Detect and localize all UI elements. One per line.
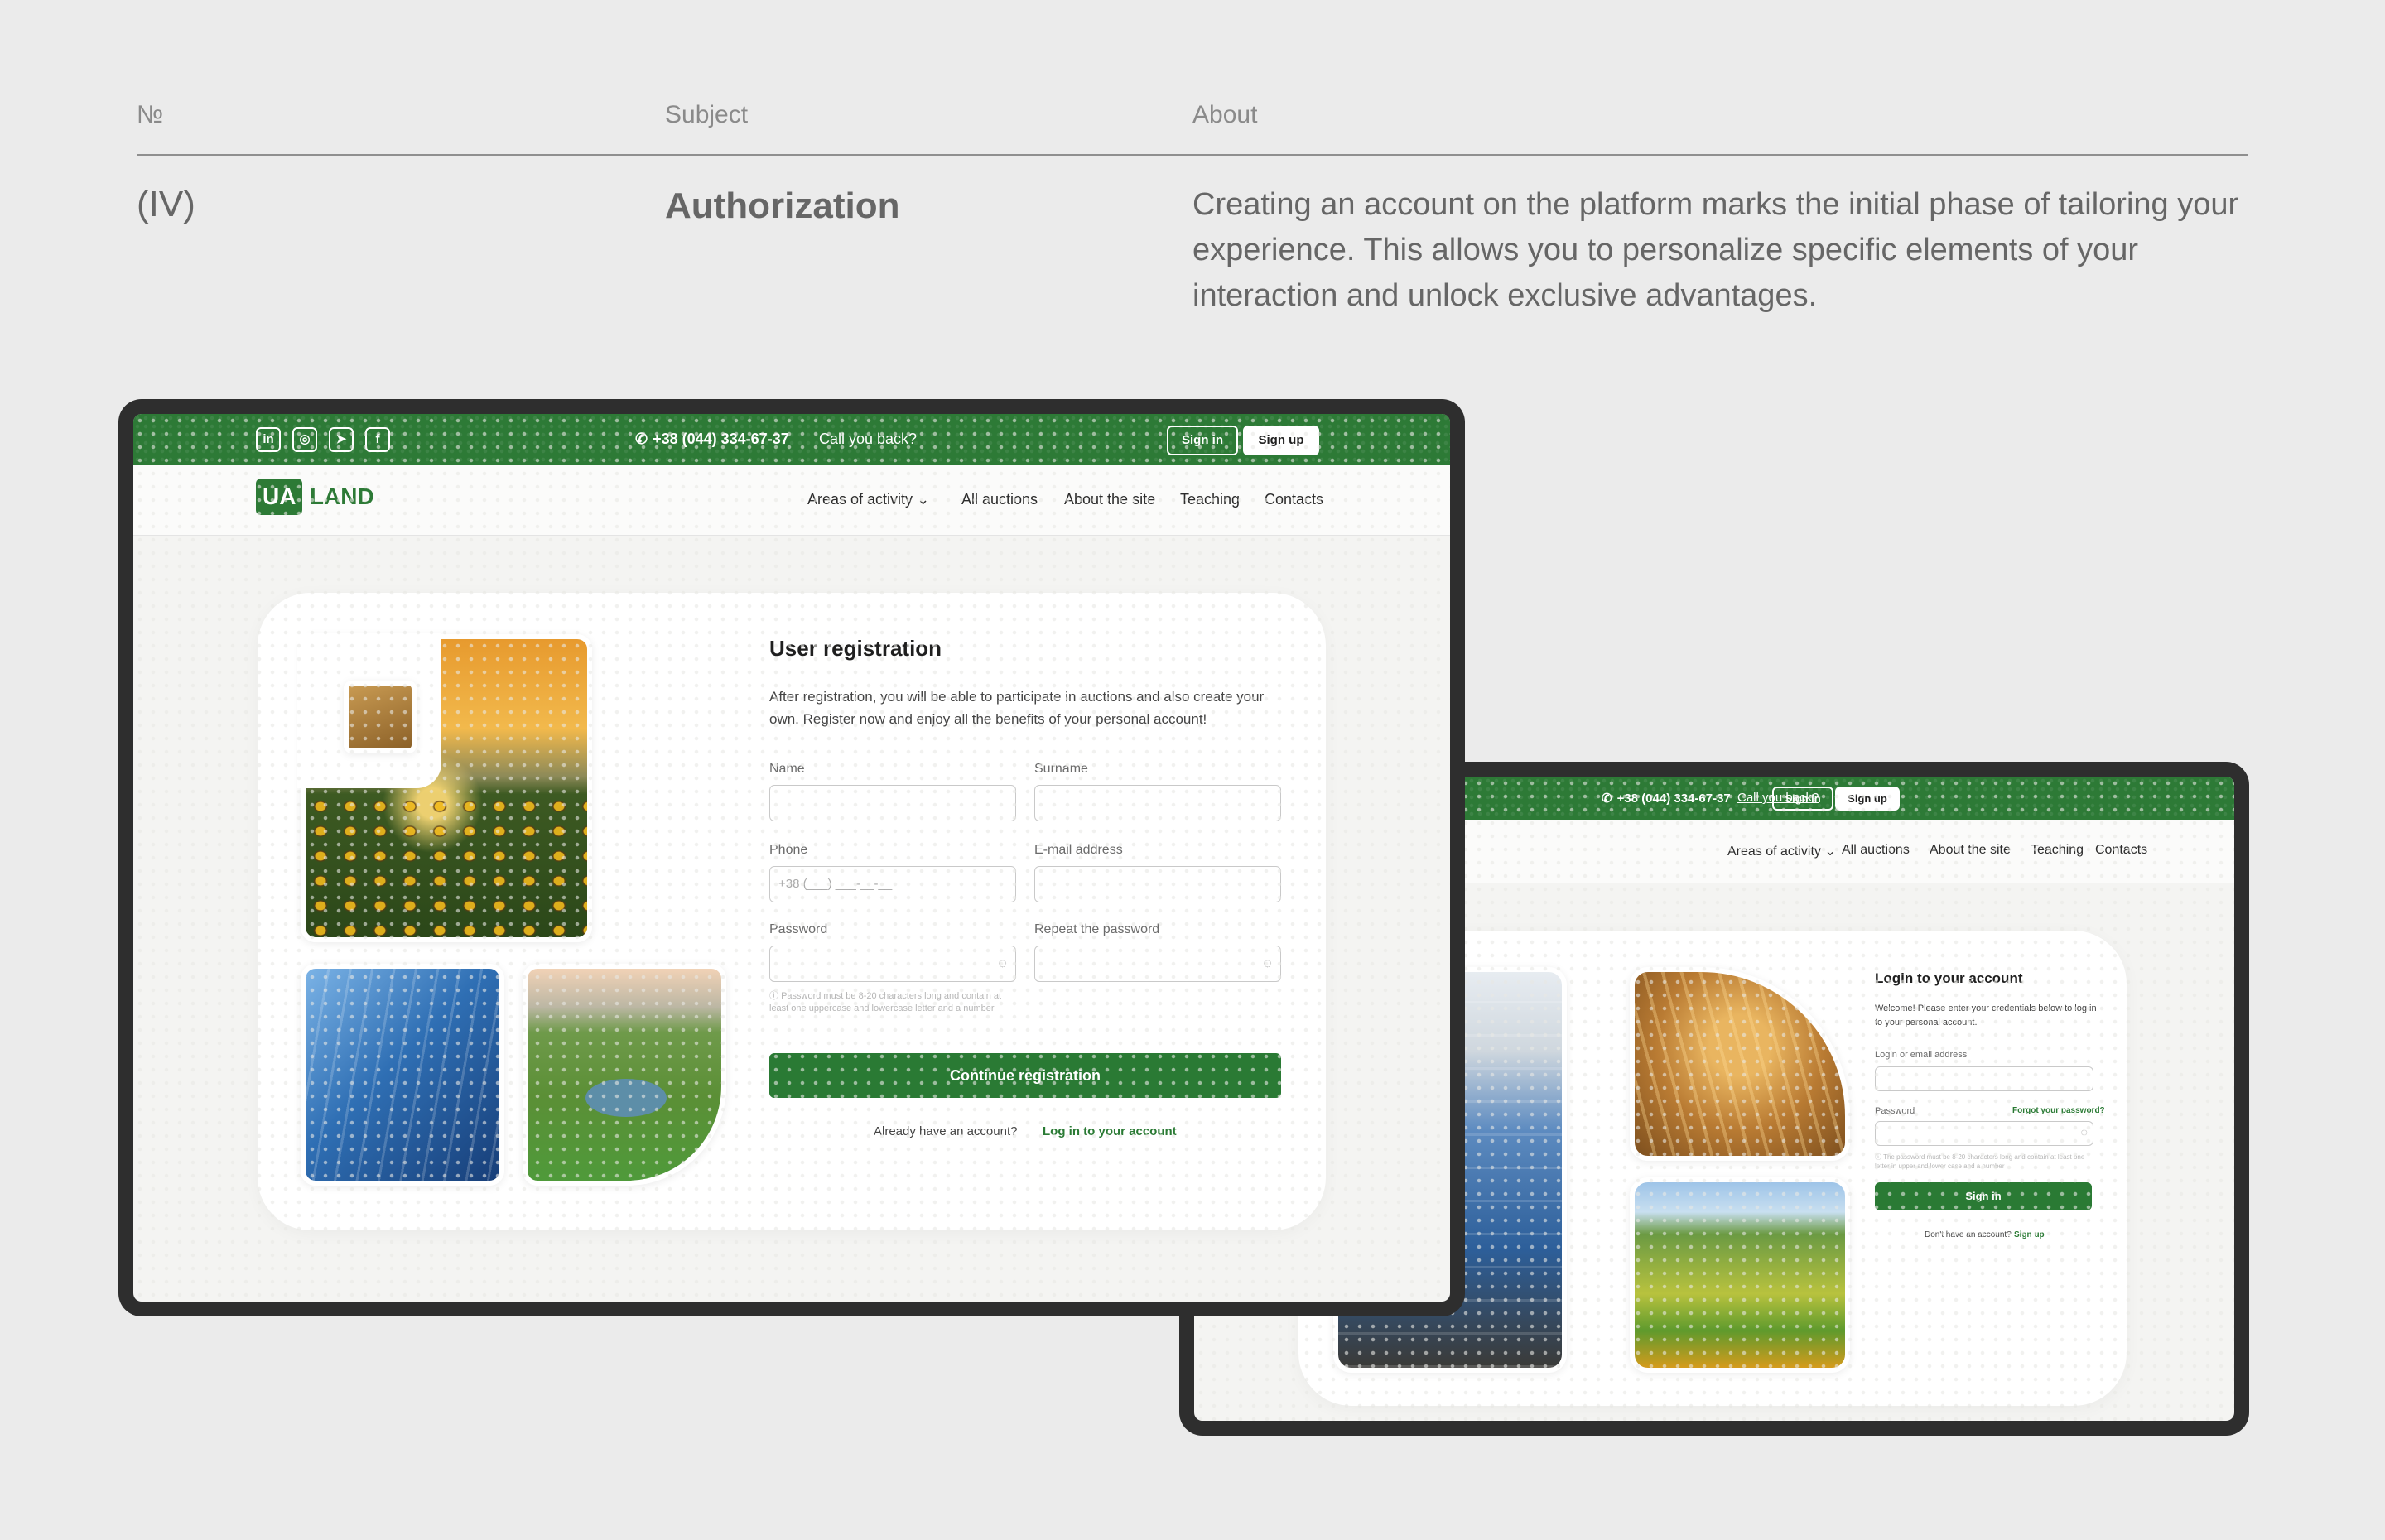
chevron-down-icon: ⌄ <box>1824 845 1836 859</box>
registration-device-frame: in ◎ ➤ f ✆ +38 (044) 334-67-37 Call you b… <box>118 399 1465 1316</box>
registration-title: User registration <box>769 636 942 661</box>
phone-icon: ✆ <box>1602 792 1612 806</box>
login-photo-wheat <box>1630 967 1850 1161</box>
phone-icon: ✆ <box>635 431 648 447</box>
callback-link[interactable]: Call you back? <box>819 431 917 448</box>
phone-label: Phone <box>769 843 808 857</box>
nav-auctions[interactable]: All auctions <box>961 491 1038 508</box>
registration-card: User registration After registration, yo… <box>258 593 1326 1230</box>
column-number-heading: № <box>137 101 164 128</box>
repeat-password-label: Repeat the password <box>1034 922 1160 936</box>
section-subject: Authorization <box>665 185 900 226</box>
registration-intro: After registration, you will be able to … <box>769 689 1265 727</box>
header-divider <box>137 154 2248 156</box>
section-description: Creating an account on the platform mark… <box>1192 187 2239 313</box>
login-nav-contacts[interactable]: Contacts <box>2095 843 2147 858</box>
login-nav-auctions[interactable]: All auctions <box>1842 843 1910 858</box>
nav-teaching[interactable]: Teaching <box>1180 491 1240 508</box>
email-input[interactable] <box>1034 866 1281 902</box>
login-email-input[interactable] <box>1875 1066 2094 1091</box>
login-sign-in-button[interactable]: Sign in <box>1772 787 1833 811</box>
login-password-hint-text: The password must be 8-20 characters lon… <box>1875 1153 2085 1170</box>
login-email-label: Login or email address <box>1875 1050 1968 1060</box>
photo-lake-fields <box>523 964 726 1186</box>
login-phone-number: +38 (044) 334-67-37 <box>1616 792 1731 806</box>
password-hint-text: Password must be 8-20 characters long an… <box>769 991 1002 1013</box>
password-hint: ⓘ Password must be 8-20 characters long … <box>769 990 1014 1015</box>
eye-off-icon[interactable]: ◌ <box>998 955 1007 972</box>
eye-off-icon[interactable]: ◌ <box>2081 1125 2088 1138</box>
logo[interactable]: UA LAND <box>256 479 374 520</box>
info-icon: ⓘ <box>1875 1153 1884 1161</box>
login-nav-about[interactable]: About the site <box>1930 843 2011 858</box>
phone-number: +38 (044) 334-67-37 <box>653 431 789 447</box>
repeat-password-input[interactable]: ◌ <box>1034 946 1281 982</box>
logo-land: LAND <box>309 484 374 509</box>
column-subject-heading: Subject <box>665 101 749 128</box>
telegram-icon[interactable]: ➤ <box>329 427 354 452</box>
name-label: Name <box>769 762 805 776</box>
login-title: Login to your account <box>1875 970 2023 986</box>
registration-screen: in ◎ ➤ f ✆ +38 (044) 334-67-37 Call you b… <box>133 414 1450 1302</box>
login-nav-areas-label: Areas of activity <box>1727 845 1821 859</box>
surname-label: Surname <box>1034 762 1088 776</box>
nav-bar: UA LAND Areas of activity ⌄ All auctions… <box>133 465 1450 536</box>
login-nav-teaching[interactable]: Teaching <box>2031 843 2084 858</box>
continue-registration-button[interactable]: Continue registration <box>769 1053 1281 1098</box>
forgot-password-link[interactable]: Forgot your password? <box>2012 1106 2105 1115</box>
photo-wheat-small <box>344 681 417 753</box>
login-nav-areas[interactable]: Areas of activity ⌄ <box>1727 843 1836 859</box>
nav-areas[interactable]: Areas of activity ⌄ <box>807 491 929 508</box>
have-account-text: Already have an account? <box>874 1124 1018 1138</box>
info-icon: ⓘ <box>769 991 782 1001</box>
login-photo-fields <box>1630 1177 1850 1373</box>
chevron-down-icon: ⌄ <box>917 491 930 508</box>
photo-building <box>301 964 504 1186</box>
instagram-icon[interactable]: ◎ <box>292 427 317 452</box>
column-about-heading: About <box>1192 101 1258 128</box>
nav-about[interactable]: About the site <box>1064 491 1155 508</box>
login-submit-button[interactable]: Sign in <box>1875 1182 2092 1210</box>
login-password-label: Password <box>1875 1106 1915 1116</box>
login-intro: Welcome! Please enter your credentials b… <box>1875 1003 2097 1027</box>
login-sign-up-button[interactable]: Sign up <box>1835 787 1900 811</box>
section-number: (IV) <box>137 184 195 224</box>
top-bar: in ◎ ➤ f ✆ +38 (044) 334-67-37 Call you b… <box>133 414 1450 465</box>
phone-placeholder: +38 (___) ___-__-__ <box>778 877 893 891</box>
linkedin-icon[interactable]: in <box>256 427 281 452</box>
sign-up-button[interactable]: Sign up <box>1243 426 1319 455</box>
sign-in-button[interactable]: Sign in <box>1167 426 1238 455</box>
surname-input[interactable] <box>1034 785 1281 821</box>
password-input[interactable]: ◌ <box>769 946 1016 982</box>
name-input[interactable] <box>769 785 1016 821</box>
nav-contacts[interactable]: Contacts <box>1265 491 1323 508</box>
sign-up-link[interactable]: Sign up <box>2014 1230 2045 1239</box>
password-label: Password <box>769 922 828 936</box>
logo-ua: UA <box>256 479 303 515</box>
nav-areas-label: Areas of activity <box>807 491 913 508</box>
facebook-icon[interactable]: f <box>365 427 390 452</box>
login-password-hint: ⓘ The password must be 8-20 characters l… <box>1875 1153 2092 1171</box>
email-label: E-mail address <box>1034 843 1123 857</box>
phone-input[interactable]: +38 (___) ___-__-__ <box>769 866 1016 902</box>
login-link[interactable]: Log in to your account <box>1043 1124 1177 1138</box>
eye-off-icon[interactable]: ◌ <box>1263 955 1272 972</box>
no-account-text: Don't have an account? <box>1925 1230 2012 1239</box>
login-password-input[interactable]: ◌ <box>1875 1121 2094 1146</box>
